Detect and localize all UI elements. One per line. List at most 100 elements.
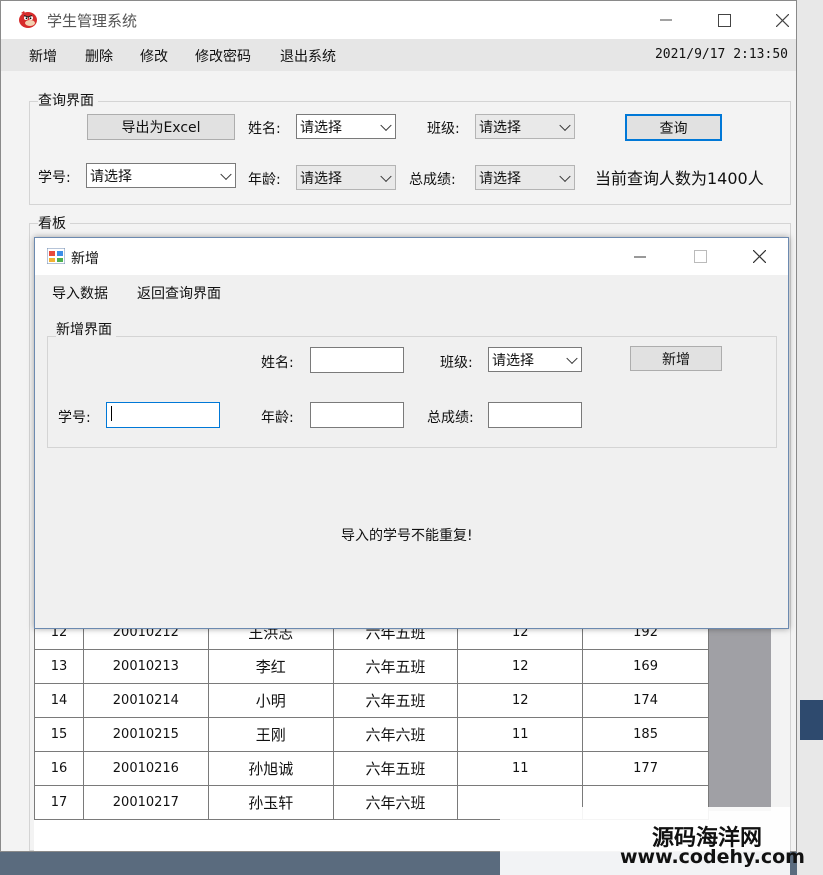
dialog-class-combo[interactable]: 请选择: [488, 347, 582, 372]
table-cell: 11: [457, 751, 584, 786]
table-cell: 15: [34, 717, 84, 752]
close-icon: [775, 13, 789, 27]
age-combo-value: 请选择: [300, 170, 342, 187]
table-cell: 12: [457, 683, 584, 718]
dialog-name-label: 姓名:: [261, 355, 294, 371]
maximize-icon: [717, 13, 731, 27]
table-cell: 20010214: [82, 683, 209, 718]
table-cell: 177: [582, 751, 709, 786]
dialog-age-input[interactable]: [310, 402, 404, 428]
table-cell: 185: [582, 717, 709, 752]
class-label: 班级:: [427, 121, 460, 137]
table-cell: 六年六班: [332, 717, 459, 752]
datetime-display: 2021/9/17 2:13:50: [654, 47, 788, 62]
table-cell: 孙旭诚: [207, 751, 334, 786]
table-cell: 王刚: [207, 717, 334, 752]
table-cell: 20010216: [82, 751, 209, 786]
add-dialog: 新增 导入数据 返回查询界面 新增界面 姓名: 班级: 请选择 新增 学号: 年…: [34, 237, 789, 629]
minimize-icon: [634, 256, 646, 257]
desktop-background: [797, 0, 823, 875]
name-label: 姓名:: [248, 121, 281, 137]
table-cell: 14: [34, 683, 84, 718]
table-cell: 12: [457, 649, 584, 684]
name-combo[interactable]: 请选择: [296, 114, 396, 139]
dialog-age-label: 年龄:: [261, 410, 294, 426]
dialog-student-id-label: 学号:: [58, 410, 91, 426]
table-cell: 169: [582, 649, 709, 684]
export-excel-button[interactable]: 导出为Excel: [87, 114, 235, 140]
table-row[interactable]: 13 20010213 李红 六年五班 12 169: [34, 649, 709, 684]
student-id-combo-value: 请选择: [90, 168, 132, 185]
main-titlebar: 学生管理系统: [1, 1, 796, 39]
minimize-button[interactable]: [637, 1, 695, 39]
age-label: 年龄:: [248, 172, 281, 188]
chevron-down-icon: [559, 119, 571, 131]
close-icon: [752, 250, 766, 263]
age-combo[interactable]: 请选择: [296, 165, 396, 190]
menu-delete[interactable]: 删除: [85, 46, 113, 66]
table-cell: 20010217: [82, 785, 209, 820]
chevron-down-icon: [559, 170, 571, 182]
table-row[interactable]: 15 20010215 王刚 六年六班 11 185: [34, 717, 709, 752]
table-cell: 174: [582, 683, 709, 718]
dialog-add-button[interactable]: 新增: [630, 346, 722, 371]
chevron-down-icon: [220, 168, 232, 180]
menu-import-data[interactable]: 导入数据: [52, 283, 108, 303]
dialog-class-combo-value: 请选择: [492, 352, 534, 369]
table-cell: 六年五班: [332, 751, 459, 786]
name-combo-value: 请选择: [300, 119, 342, 136]
dialog-class-label: 班级:: [440, 355, 473, 371]
maximize-button[interactable]: [695, 1, 753, 39]
class-combo-value: 请选择: [479, 119, 521, 136]
dialog-titlebar: 新增: [35, 238, 788, 275]
add-group-title: 新增界面: [56, 319, 116, 339]
dialog-minimize-button[interactable]: [611, 238, 669, 275]
chevron-down-icon: [380, 170, 392, 182]
chevron-down-icon: [566, 352, 578, 364]
text-caret: [111, 406, 112, 421]
query-button[interactable]: 查询: [625, 114, 722, 141]
board-title: 看板: [38, 213, 70, 233]
dialog-total-score-input[interactable]: [488, 402, 582, 428]
total-score-combo-value: 请选择: [479, 170, 521, 187]
dialog-close-button[interactable]: [730, 238, 788, 275]
table-row[interactable]: 16 20010216 孙旭诚 六年五班 11 177: [34, 751, 709, 786]
menu-back-to-query[interactable]: 返回查询界面: [137, 283, 221, 303]
dialog-menubar: 导入数据 返回查询界面: [35, 275, 788, 307]
close-button[interactable]: [753, 1, 811, 39]
grid-empty-area: [709, 611, 771, 811]
table-cell: 孙玉轩: [207, 785, 334, 820]
menu-change-password[interactable]: 修改密码: [195, 46, 251, 66]
menu-edit[interactable]: 修改: [140, 46, 168, 66]
total-score-combo[interactable]: 请选择: [475, 165, 575, 190]
window-title: 学生管理系统: [47, 12, 138, 30]
angry-bird-icon: [19, 11, 37, 28]
minimize-icon: [660, 19, 672, 21]
dialog-name-input[interactable]: [310, 347, 404, 373]
watermark-url: www.codehy.com: [620, 846, 805, 868]
table-cell: 六年六班: [332, 785, 459, 820]
dialog-title: 新增: [71, 251, 99, 267]
table-cell: 20010215: [82, 717, 209, 752]
data-table: 12 20010212 王洪志 六年五班 12 192 13 20010213 李红 六年五班 12…: [34, 615, 709, 820]
total-score-label: 总成绩:: [409, 172, 456, 188]
table-cell: 六年五班: [332, 649, 459, 684]
menu-add[interactable]: 新增: [29, 46, 57, 66]
dialog-maximize-button[interactable]: [671, 238, 729, 275]
student-id-label: 学号:: [38, 170, 71, 186]
desktop-window-edge: [800, 700, 823, 740]
table-cell: 六年五班: [332, 683, 459, 718]
table-cell: 13: [34, 649, 84, 684]
menu-exit[interactable]: 退出系统: [280, 46, 336, 66]
dialog-student-id-input[interactable]: [106, 402, 220, 428]
student-id-combo[interactable]: 请选择: [86, 163, 236, 188]
table-cell: 20010213: [82, 649, 209, 684]
maximize-icon: [693, 250, 707, 263]
table-row[interactable]: 14 20010214 小明 六年五班 12 174: [34, 683, 709, 718]
query-count-text: 当前查询人数为1400人: [595, 169, 764, 188]
table-cell: 17: [34, 785, 84, 820]
dialog-total-score-label: 总成绩:: [427, 410, 474, 426]
class-combo[interactable]: 请选择: [475, 114, 575, 139]
form-icon: [47, 248, 65, 264]
query-group-title: 查询界面: [38, 90, 98, 110]
